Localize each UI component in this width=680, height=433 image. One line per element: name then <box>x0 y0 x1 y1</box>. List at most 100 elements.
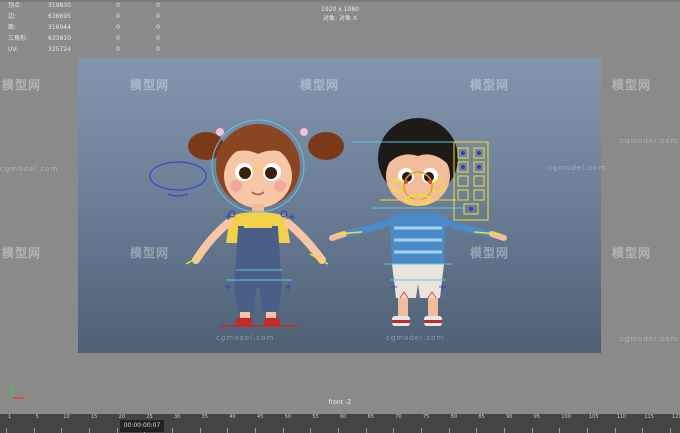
timeline-tick-label: 75 <box>423 414 430 420</box>
timeline-tick-label: 35 <box>201 414 209 420</box>
svg-text:+: + <box>288 212 296 223</box>
timeline-tick <box>531 428 533 433</box>
watermark-brand: 模型网 <box>300 78 340 92</box>
svg-text:+: + <box>390 282 398 293</box>
watermark-brand: 模型网 <box>612 78 652 92</box>
timeline-tick <box>559 428 561 433</box>
timeline-tick-label: 95 <box>533 414 541 420</box>
timeline-tick-label: 120 <box>672 414 680 420</box>
timeline-tick <box>587 428 588 433</box>
timeline-tick <box>338 428 339 433</box>
svg-text:+: + <box>284 282 292 293</box>
stat-value: 325724 <box>48 46 71 53</box>
boy-shirt <box>390 212 446 264</box>
watermark-url: cgmodel.com <box>386 334 445 342</box>
svg-text:+: + <box>224 212 232 223</box>
current-time-field[interactable]: 00:00:00:07 <box>120 420 164 432</box>
boy-shorts <box>392 264 444 298</box>
object-details-label: 对象: 对象 X <box>323 15 357 22</box>
time-slider[interactable]: 1 5 10 15 20 25 30 35 40 45 50 55 60 65 70 75 80 85 90 95 10… <box>0 414 680 433</box>
girl-character[interactable]: + + + + <box>149 119 344 327</box>
timeline-tick <box>282 428 284 433</box>
timeline-tick <box>89 428 90 433</box>
timeline-tick <box>199 428 201 433</box>
timeline-tick-label: 60 <box>340 414 347 420</box>
girl-shoe-right <box>264 318 280 326</box>
timeline-tick-label: 115 <box>644 414 654 420</box>
timeline-tick-label: 50 <box>284 414 292 420</box>
scene-render[interactable]: + + + + + + <box>78 58 601 353</box>
timeline-tick-label: 55 <box>312 414 319 420</box>
stat-b: 0 <box>156 24 160 31</box>
girl-shoe-left <box>236 318 252 326</box>
svg-text:+: + <box>438 282 446 293</box>
timeline-tick-label: 85 <box>478 414 485 420</box>
stat-label: 三角形: <box>8 35 29 42</box>
timeline-tick <box>504 428 505 433</box>
timeline-tick-label: 30 <box>174 414 181 420</box>
stat-value: 316944 <box>48 24 71 31</box>
timeline-tick <box>33 428 35 433</box>
timeline-tick <box>116 428 118 433</box>
watermark-brand: 模型网 <box>130 78 170 92</box>
timeline-tick-label: 80 <box>450 414 458 420</box>
timeline-tick <box>310 428 312 433</box>
camera-name-label: front -Z <box>328 399 352 406</box>
timeline-tick-label: 110 <box>616 414 627 420</box>
timeline-tick <box>670 428 671 433</box>
timeline-tick <box>448 428 450 433</box>
watermark-brand: 模型网 <box>612 246 652 260</box>
timeline-tick <box>255 428 256 433</box>
stat-label: 面: <box>8 24 17 31</box>
stat-a: 0 <box>116 24 120 31</box>
watermark-brand: 模型网 <box>470 246 510 260</box>
timeline-tick <box>393 428 395 433</box>
timeline-tick-label: 15 <box>91 414 98 420</box>
stat-b: 0 <box>156 46 160 53</box>
stat-a: 0 <box>116 35 120 42</box>
timeline-tick <box>61 428 63 433</box>
timeline-tick-label: 1 <box>8 414 12 420</box>
timeline-tick <box>642 428 644 433</box>
watermark-brand: 模型网 <box>130 246 170 260</box>
viewport-resolution-gate[interactable]: + + + + + + 模型网 模型网 模型网 模型网 模型网 cgmodel.… <box>78 58 605 353</box>
svg-text:+: + <box>224 282 232 293</box>
timeline-tick-label: 45 <box>257 414 264 420</box>
watermark-brand: 模型网 <box>2 246 42 260</box>
watermark-url: cgmodel.com <box>620 137 679 145</box>
watermark-url: cgmodel.com <box>620 335 679 343</box>
timeline-tick <box>172 428 173 433</box>
timeline-tick <box>6 428 7 433</box>
timeline-tick <box>476 428 478 433</box>
stat-row: 面: 316944 0 0 <box>8 22 178 33</box>
watermark-brand: 模型网 <box>470 78 510 92</box>
timeline-tick-label: 70 <box>395 414 402 420</box>
timeline-tick-label: 40 <box>229 414 236 420</box>
watermark-url: cgmodel.com <box>0 165 59 173</box>
timeline-tick <box>421 428 422 433</box>
stat-row: UV: 325724 0 0 <box>8 44 178 55</box>
watermark-url: cgmodel.com <box>548 164 607 172</box>
girl-hair-tie-left <box>216 128 224 136</box>
timeline-tick-label: 5 <box>35 414 39 420</box>
girl-facial-control <box>149 161 207 191</box>
girl-pigtail-right <box>308 132 344 160</box>
stat-a: 0 <box>116 46 120 53</box>
watermark-url: cgmodel.com <box>216 334 275 342</box>
resolution-gate-label: 1920 x 1080 <box>321 6 359 13</box>
stat-row: 三角形: 633810 0 0 <box>8 33 178 44</box>
stat-label: UV: <box>8 46 19 53</box>
timeline-tick <box>614 428 616 433</box>
timeline-tick-label: 65 <box>367 414 375 420</box>
timeline-tick-label: 90 <box>506 414 513 420</box>
timeline-tick-label: 10 <box>63 414 70 420</box>
timeline-tick-label: 105 <box>589 414 599 420</box>
timeline-tick <box>365 428 367 433</box>
stat-b: 0 <box>156 35 160 42</box>
watermark-brand: 模型网 <box>2 78 42 92</box>
stat-value: 633810 <box>48 35 71 42</box>
timeline-tick <box>227 428 229 433</box>
timeline-tick-label: 100 <box>561 414 571 420</box>
girl-hair-tie-right <box>300 128 308 136</box>
boy-character[interactable]: + + <box>329 118 507 326</box>
